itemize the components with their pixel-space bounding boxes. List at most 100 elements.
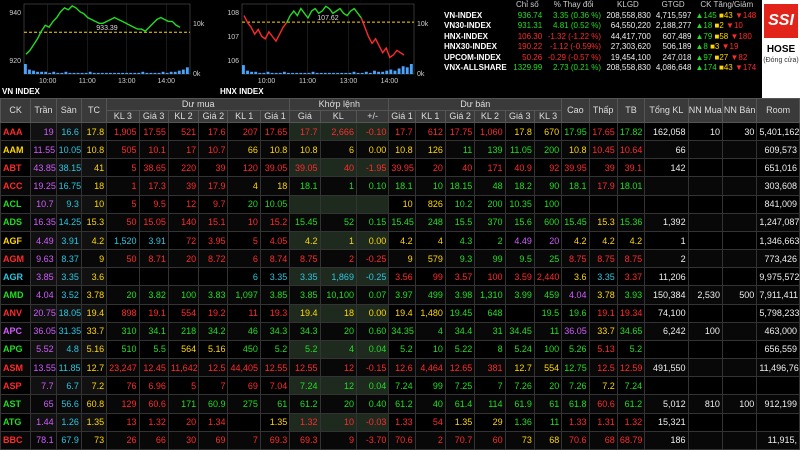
- table-row[interactable]: ASP 7.7 6.7 7.2 76 6.96 5 7 69 7.04 7.24 12 0.04 7.24…: [0, 376, 800, 396]
- table-row[interactable]: AGR 3.85 3.35 3.6 6 3.35 3.35 1,869 -0.25 3.56 99 3…: [0, 267, 800, 287]
- table-row[interactable]: ASM 13.55 11.85 12.7 23,247 12.45 11,642 12.5 44…: [0, 358, 800, 378]
- ask-price-cell: 15.6: [504, 212, 535, 232]
- col-header[interactable]: TC: [80, 98, 108, 123]
- table-row[interactable]: APC 36.05 31.35 33.7 310 34.1 218 34.2 46 34.3 34.…: [0, 321, 800, 341]
- col-header[interactable]: KL 3: [533, 110, 563, 123]
- foreign-buy-cell: [687, 358, 723, 378]
- high-cell: 12.75: [561, 358, 590, 378]
- col-header[interactable]: KL 1: [414, 110, 446, 123]
- volume-bar: [64, 71, 68, 74]
- advancers-count: 145: [703, 10, 717, 20]
- col-header[interactable]: Trần: [30, 98, 57, 123]
- reference-cell: 73: [80, 430, 108, 450]
- ceiling-cell: 7.7: [30, 376, 57, 396]
- symbol-cell: ABT: [0, 158, 32, 178]
- volume-bar: [393, 70, 397, 74]
- low-cell: 17.9: [588, 176, 618, 196]
- col-header[interactable]: Thấp: [588, 98, 618, 123]
- table-row[interactable]: ABT 43.85 38.15 41 5 38.65 220 39 120 39.05 39.05 4…: [0, 158, 800, 178]
- high-cell: 39.95: [561, 158, 590, 178]
- total-volume-cell: 491,550: [644, 358, 689, 378]
- ask-price-cell: 3.99: [504, 285, 535, 305]
- total-volume-cell: 2: [644, 249, 689, 269]
- col-header[interactable]: NN Mua: [687, 98, 723, 123]
- col-header[interactable]: KL: [319, 110, 357, 123]
- col-header[interactable]: KL 3: [106, 110, 140, 123]
- table-row[interactable]: ACL 10.7 9.3 10 5 9.5 12 9.7 20 10.05 10 826 10.2 200…: [0, 194, 800, 214]
- symbol-cell: AAM: [0, 140, 32, 160]
- index-klgd: 208,558,830: [606, 10, 651, 20]
- col-header[interactable]: Cao: [561, 98, 590, 123]
- foreign-buy-cell: [687, 430, 723, 450]
- unchanged-count: 43: [723, 10, 733, 20]
- table-row[interactable]: AGM 9.63 8.37 9 50 8.71 20 8.72 6 8.74 8.75 2 -0.25 9…: [0, 249, 800, 269]
- table-row[interactable]: APG 5.52 4.8 5.16 510 5.5 564 5.16 450 5.2 5.2 4 0.0…: [0, 339, 800, 360]
- bid-price-cell: 19.1: [138, 303, 169, 323]
- col-header[interactable]: NN Bán: [721, 98, 758, 123]
- summary-row[interactable]: HNX-INDEX 106.30 -1.32 (-1.22 %) 44,417,700…: [442, 32, 760, 43]
- col-header[interactable]: KL 1: [227, 110, 261, 123]
- total-volume-cell: 186: [644, 430, 689, 450]
- col-header[interactable]: Giá 2: [444, 110, 476, 123]
- table-row[interactable]: AST 65 56.6 60.8 129 60.6 171 60.9 275 61 61.2 20 0.…: [0, 394, 800, 414]
- col-header[interactable]: Giá 2: [198, 110, 229, 123]
- table-row[interactable]: ANV 20.75 18.05 19.4 898 19.1 554 19.2 11 19.3 19.…: [0, 303, 800, 323]
- col-header[interactable]: Giá 3: [504, 110, 535, 123]
- table-row[interactable]: ADS 16.35 14.25 15.3 50 15.05 140 15.1 10 15.2 15.…: [0, 212, 800, 232]
- col-header[interactable]: Giá: [289, 110, 321, 123]
- table-row[interactable]: AAA 19 16.6 17.8 1,905 17.55 521 17.6 207 17.65 17…: [0, 121, 800, 142]
- ask-volume-cell: 40: [414, 394, 446, 414]
- col-header[interactable]: Room: [756, 98, 800, 123]
- arrow-down-icon: ▼: [734, 63, 743, 72]
- group-header-match[interactable]: Khớp lệnh: [289, 98, 390, 111]
- ask-volume-cell: 114: [474, 394, 506, 414]
- average-cell: 4.2: [616, 230, 646, 251]
- summary-row[interactable]: VN-INDEX 936.74 3.35 (0.36 %) 208,558,830 4,…: [442, 11, 760, 22]
- vn-index-chart[interactable]: 10:00 11:00 13:00 14:00 940 920 10k 0k 933.39 VN…: [0, 0, 212, 98]
- ceiling-cell: 4.49: [30, 230, 57, 251]
- bid-price-cell: 9.5: [138, 194, 169, 214]
- foreign-buy-cell: 100: [687, 321, 723, 341]
- table-row[interactable]: BBC 78.1 67.9 73 26 66 30 69 7 69.3 69.3 9 -3.70 70.6…: [0, 430, 800, 450]
- index-value: 106.30: [517, 31, 543, 41]
- group-header-ask[interactable]: Dư bán: [388, 98, 563, 111]
- index-change: 3.35 (0.36 %): [553, 10, 602, 20]
- volume-bar: [266, 71, 270, 74]
- bid-price-cell: 60.6: [138, 394, 169, 414]
- summary-row[interactable]: VN30-INDEX 931.31 4.81 (0.52 %) 64,550,220 2…: [442, 21, 760, 32]
- bid-price-cell: 12.55: [259, 358, 291, 378]
- col-header[interactable]: TB: [616, 98, 646, 123]
- table-row[interactable]: ATG 1.44 1.26 1.35 13 1.32 20 1.34 1.35 1.32 10 -0.…: [0, 412, 800, 432]
- symbol-cell: APC: [0, 321, 32, 341]
- col-header[interactable]: Sàn: [55, 98, 82, 123]
- table-row[interactable]: ACC 19.25 16.75 18 1 17.3 39 17.9 4 18 18.1 1 0.10 18…: [0, 176, 800, 196]
- volume-bar: [72, 72, 76, 74]
- col-header[interactable]: CK: [0, 98, 32, 123]
- summary-row[interactable]: VNX-ALLSHARE 1329.99 2.73 (0.21 %) 208,558,…: [442, 63, 760, 74]
- reference-cell: 3.6: [80, 267, 108, 287]
- table-row[interactable]: AGF 4.49 3.91 4.2 1,520 3.91 72 3.95 5 4.05 4.2 1 0.…: [0, 230, 800, 251]
- summary-row[interactable]: HNX30-INDEX 190.22 -1.12 (-0.59%) 27,303,62…: [442, 42, 760, 53]
- group-header-bid[interactable]: Dư mua: [106, 98, 291, 111]
- col-header[interactable]: +/-: [355, 110, 390, 123]
- floor-cell: 6.7: [55, 376, 82, 396]
- table-row[interactable]: AMD 4.04 3.52 3.78 20 3.82 100 3.83 1,097 3.85 3.8…: [0, 285, 800, 305]
- table-row[interactable]: AAM 11.55 10.05 10.8 505 10.1 17 10.7 66 10.8 10.8…: [0, 140, 800, 160]
- col-header[interactable]: Giá 3: [138, 110, 169, 123]
- summary-header-name: [442, 0, 510, 11]
- bid-price-cell: 17.55: [138, 121, 169, 142]
- col-header[interactable]: Giá 1: [388, 110, 416, 123]
- col-header[interactable]: Giá 1: [259, 110, 291, 123]
- col-header[interactable]: Tổng KL: [644, 98, 689, 123]
- chart-x-tick: 13:00: [118, 78, 136, 85]
- col-header[interactable]: KL 2: [474, 110, 506, 123]
- summary-row[interactable]: UPCOM-INDEX 50.26 -0.29 (-0.57 %) 19,454,10…: [442, 53, 760, 64]
- ask-price-cell: [504, 303, 535, 323]
- match-change-cell: [355, 194, 390, 214]
- high-cell: 70.6: [561, 430, 590, 450]
- average-cell: 10.64: [616, 140, 646, 160]
- hnx-index-chart[interactable]: 10:00 11:00 13:00 14:00 108 107 106 10k 0k 107.62…: [218, 0, 436, 98]
- high-cell: 1.33: [561, 412, 590, 432]
- ask-price-cell: 4.49: [504, 230, 535, 251]
- col-header[interactable]: KL 2: [167, 110, 200, 123]
